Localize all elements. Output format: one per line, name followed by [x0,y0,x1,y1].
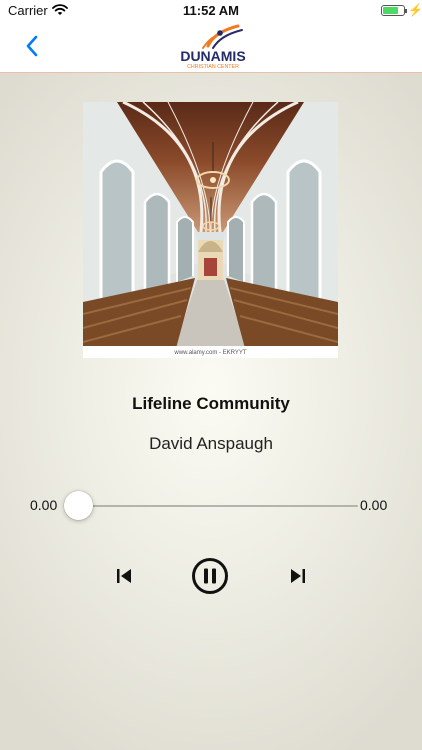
skip-next-icon [291,569,305,583]
pause-button[interactable] [191,557,229,595]
progress-slider-thumb[interactable] [64,491,93,520]
back-button[interactable] [22,32,46,60]
album-artwork: www.alamy.com - EKRYYT [83,102,338,358]
pause-icon [192,558,228,594]
total-time: 0.00 [360,497,388,513]
previous-track-button[interactable] [112,564,136,588]
next-track-button[interactable] [286,564,310,588]
navigation-bar: DUNAMIS CHRISTIAN CENTER [0,22,422,73]
dunamis-logo: DUNAMIS CHRISTIAN CENTER [180,24,246,70]
charging-icon: ⚡ [408,3,422,17]
logo-subtitle: CHRISTIAN CENTER [187,64,239,70]
elapsed-time: 0.00 [30,497,58,513]
skip-previous-icon [117,569,131,583]
logo-name: DUNAMIS [180,48,245,64]
status-bar: Carrier 11:52 AM ⚡ [0,0,422,22]
artist-name: David Anspaugh [149,434,273,453]
artwork-watermark: www.alamy.com - EKRYYT [173,350,246,356]
battery-icon [381,5,407,16]
clock: 11:52 AM [183,3,239,18]
progress-slider[interactable] [66,505,358,507]
track-title: Lifeline Community [132,394,290,413]
chevron-left-icon [26,35,38,57]
